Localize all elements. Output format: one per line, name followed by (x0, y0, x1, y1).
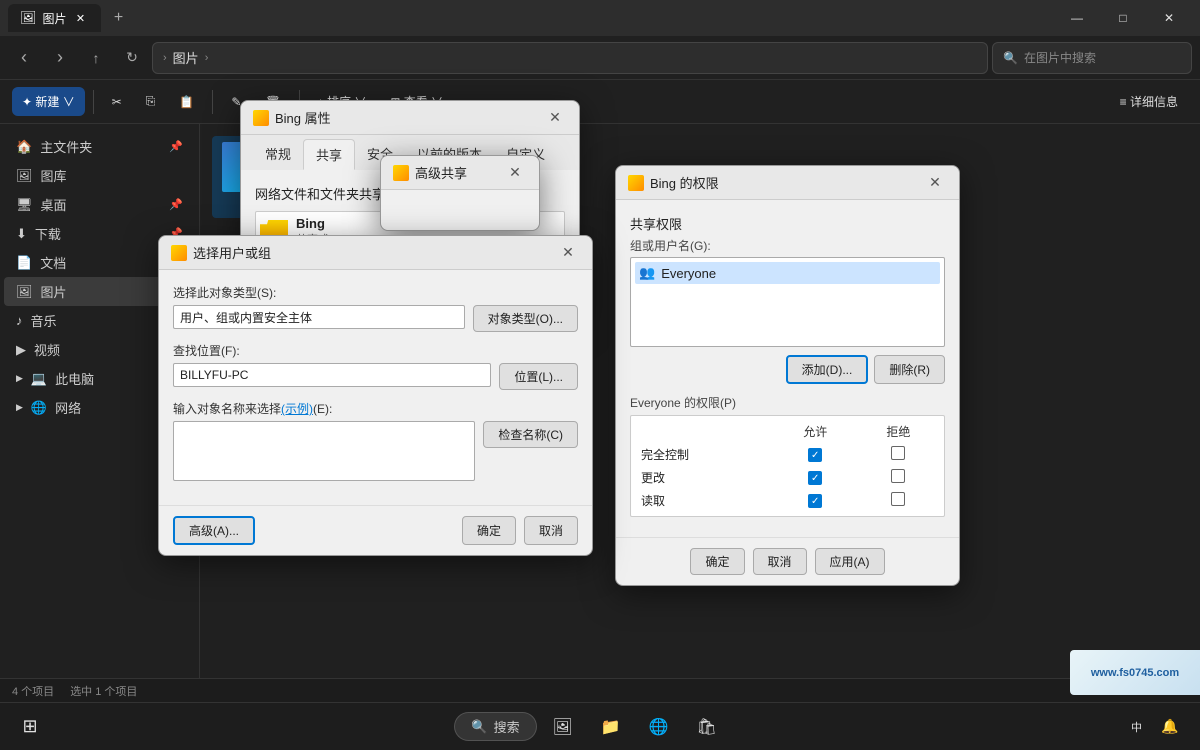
adv-share-dialog: 高级共享 ✕ (380, 155, 540, 231)
perm-row-read: 读取 (635, 489, 940, 512)
deny-change-check[interactable] (891, 469, 905, 483)
user-listbox[interactable]: 👥 Everyone (630, 257, 945, 347)
example-link[interactable]: (示例) (281, 402, 313, 416)
adv-share-title-bar: 高级共享 ✕ (381, 156, 539, 190)
object-type-btn[interactable]: 对象类型(O)... (473, 305, 578, 332)
location-btn[interactable]: 位置(L)... (499, 363, 578, 390)
group-label: 组或用户名(G): (630, 237, 945, 254)
remove-user-btn[interactable]: 删除(R) (874, 355, 945, 384)
bing-perms-body: 共享权限 组或用户名(G): 👥 Everyone 添加(D)... 删除(R)… (616, 200, 959, 537)
allow-header: 允许 (774, 420, 857, 443)
adv-share-title: 高级共享 (415, 163, 467, 182)
taskbar-center: 🔍 搜索 🖼 📁 🌐 🛍 (454, 705, 728, 749)
bing-permissions-dialog: Bing 的权限 ✕ 共享权限 组或用户名(G): 👥 Everyone 添加(… (615, 165, 960, 586)
share-item-name: Bing (296, 216, 329, 231)
allow-read-check[interactable] (808, 494, 822, 508)
object-type-row: 选择此对象类型(S): 用户、组或内置安全主体 对象类型(O)... (173, 284, 578, 332)
advanced-btn[interactable]: 高级(A)... (173, 516, 255, 545)
perm-label-read: 读取 (635, 489, 774, 512)
adv-share-icon (393, 165, 409, 181)
start-btn[interactable]: ⊞ (8, 705, 52, 749)
check-names-btn[interactable]: 检查名称(C) (483, 421, 578, 448)
perm-col-header (635, 420, 774, 443)
bing-perms-ok-btn[interactable]: 确定 (690, 548, 744, 575)
everyone-item[interactable]: 👥 Everyone (635, 262, 940, 284)
select-users-title: 选择用户或组 (193, 243, 271, 262)
adv-share-close-btn[interactable]: ✕ (503, 161, 527, 185)
windows-icon: ⊞ (22, 716, 37, 737)
allow-fullcontrol-check[interactable] (808, 448, 822, 462)
folder-icon (253, 110, 269, 126)
bing-perms-cancel-btn[interactable]: 取消 (753, 548, 807, 575)
perm-label-fullcontrol: 完全控制 (635, 443, 774, 466)
select-users-close-btn[interactable]: ✕ (556, 241, 580, 265)
bing-perms-title: Bing 的权限 (650, 173, 719, 192)
notification-btn[interactable]: 🔔 (1148, 705, 1192, 749)
deny-read-check[interactable] (891, 492, 905, 506)
dialog-overlay: Bing 属性 ✕ 常规 共享 安全 以前的版本 自定义 网络文件和文件夹共享 … (0, 0, 1200, 702)
object-name-input-row: 检查名称(C) (173, 421, 578, 481)
object-type-value: 用户、组或内置安全主体 (173, 305, 465, 329)
bing-props-close-btn[interactable]: ✕ (543, 106, 567, 130)
allow-change-check[interactable] (808, 471, 822, 485)
taskbar-left: ⊞ (0, 705, 52, 749)
object-name-input[interactable] (173, 421, 475, 481)
object-type-label: 选择此对象类型(S): (173, 284, 578, 301)
taskbar: ⊞ 🔍 搜索 🖼 📁 🌐 🛍 中 🔔 (0, 702, 1200, 750)
bing-perms-title-bar: Bing 的权限 ✕ (616, 166, 959, 200)
taskbar-search-icon: 🔍 (471, 719, 487, 735)
perm-label-change: 更改 (635, 466, 774, 489)
shared-perms-label: 共享权限 (630, 214, 945, 233)
bing-perms-apply-btn[interactable]: 应用(A) (815, 548, 885, 575)
bing-props-title-bar: Bing 属性 ✕ (241, 101, 579, 135)
taskbar-explorer[interactable]: 📁 (589, 705, 633, 749)
select-users-icon (171, 245, 187, 261)
deny-fullcontrol-check[interactable] (891, 446, 905, 460)
select-users-cancel-btn[interactable]: 取消 (524, 516, 578, 545)
taskbar-search-text: 搜索 (494, 717, 520, 736)
object-type-input-row: 用户、组或内置安全主体 对象类型(O)... (173, 305, 578, 332)
users-icon: 👥 (639, 265, 655, 281)
ok-cancel-group: 确定 取消 (462, 516, 578, 545)
location-label: 查找位置(F): (173, 342, 578, 359)
bing-props-title: Bing 属性 (275, 108, 331, 127)
taskbar-search[interactable]: 🔍 搜索 (454, 712, 536, 741)
perm-row-change: 更改 (635, 466, 940, 489)
object-name-row: 输入对象名称来选择(示例)(E): 检查名称(C) (173, 400, 578, 481)
tab-general[interactable]: 常规 (253, 139, 303, 170)
select-users-ok-btn[interactable]: 确定 (462, 516, 516, 545)
bing-perms-footer: 确定 取消 应用(A) (616, 537, 959, 585)
select-users-footer: 高级(A)... 确定 取消 (159, 505, 592, 555)
perms-section-label: Everyone 的权限(P) (630, 394, 945, 411)
bing-perms-close-btn[interactable]: ✕ (923, 171, 947, 195)
add-user-btn[interactable]: 添加(D)... (786, 355, 869, 384)
everyone-label: Everyone (661, 266, 716, 281)
taskbar-right: 中 🔔 (1131, 705, 1200, 749)
select-users-body: 选择此对象类型(S): 用户、组或内置安全主体 对象类型(O)... 查找位置(… (159, 270, 592, 505)
location-value: BILLYFU-PC (173, 363, 491, 387)
perm-row-fullcontrol: 完全控制 (635, 443, 940, 466)
deny-header: 拒绝 (857, 420, 940, 443)
object-name-label: 输入对象名称来选择(示例)(E): (173, 400, 578, 417)
location-row: 查找位置(F): BILLYFU-PC 位置(L)... (173, 342, 578, 390)
taskbar-store[interactable]: 🛍 (685, 705, 729, 749)
location-input-row: BILLYFU-PC 位置(L)... (173, 363, 578, 390)
taskview-btn[interactable]: 🖼 (541, 705, 585, 749)
taskbar-edge[interactable]: 🌐 (637, 705, 681, 749)
select-users-title-bar: 选择用户或组 ✕ (159, 236, 592, 270)
bing-perms-icon (628, 175, 644, 191)
tab-share[interactable]: 共享 (303, 139, 355, 170)
taskbar-time: 中 (1131, 719, 1142, 735)
select-users-dialog: 选择用户或组 ✕ 选择此对象类型(S): 用户、组或内置安全主体 对象类型(O)… (158, 235, 593, 556)
perms-table: 允许 拒绝 完全控制 更改 (635, 420, 940, 512)
